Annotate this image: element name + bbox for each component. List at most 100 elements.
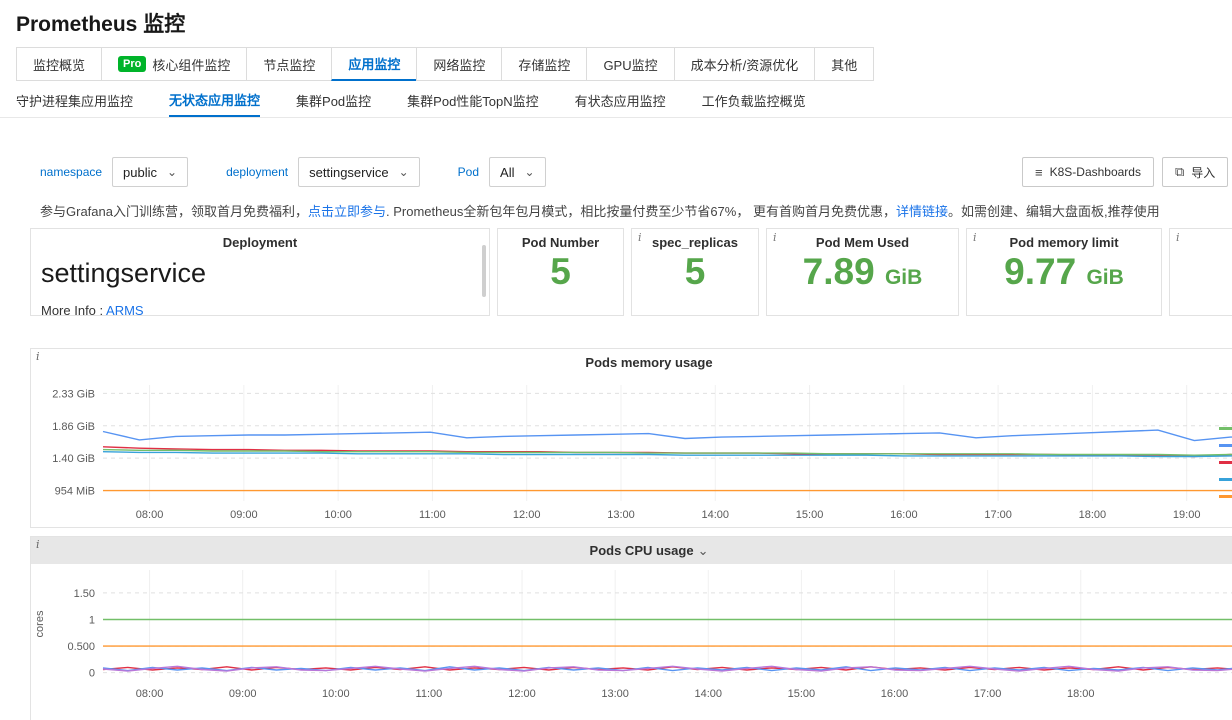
svg-text:12:00: 12:00: [513, 509, 541, 521]
svg-text:15:00: 15:00: [796, 509, 824, 521]
tab-label: 有状态应用监控: [575, 91, 666, 110]
mem-limit-unit: GiB: [1086, 266, 1123, 289]
mem-used-value: 7.89 GiB: [767, 251, 958, 294]
tab-daemonset-app[interactable]: 守护进程集应用监控: [16, 84, 133, 117]
svg-text:18:00: 18:00: [1079, 509, 1107, 521]
stat-title: Pod Mem Used: [767, 235, 958, 250]
tab-label: 守护进程集应用监控: [16, 91, 133, 110]
mem-limit-number: 9.77: [1004, 251, 1076, 292]
svg-text:13:00: 13:00: [601, 688, 629, 700]
info-icon[interactable]: i: [638, 231, 642, 244]
tab-other[interactable]: 其他: [814, 47, 874, 81]
pod-select-value: All: [500, 165, 514, 180]
stat-panel-partial: i: [1169, 228, 1232, 316]
stat-title: Pod memory limit: [967, 235, 1161, 250]
prometheus-dashboard-page: Prometheus 监控 监控概览 Pro 核心组件监控 节点监控 应用监控 …: [0, 0, 1232, 720]
stat-title: Pod Number: [498, 235, 623, 250]
svg-text:11:00: 11:00: [416, 688, 443, 700]
import-label: 导入: [1191, 164, 1215, 181]
tab-core-components[interactable]: Pro 核心组件监控: [101, 47, 247, 81]
tab-pod-topn[interactable]: 集群Pod性能TopN监控: [407, 84, 538, 117]
tab-stateless-app[interactable]: 无状态应用监控: [169, 84, 260, 117]
info-icon[interactable]: i: [773, 231, 777, 244]
notice-text: 参与Grafana入门训练营，领取首月免费福利，: [40, 204, 308, 219]
cpu-panel-header[interactable]: i Pods CPU usage⌄: [31, 537, 1232, 564]
scrollbar-thumb[interactable]: [482, 245, 486, 297]
svg-text:10:00: 10:00: [322, 688, 350, 700]
svg-text:09:00: 09:00: [229, 688, 257, 700]
svg-text:12:00: 12:00: [508, 688, 536, 700]
tab-label: 无状态应用监控: [169, 90, 260, 109]
tab-gpu-monitoring[interactable]: GPU监控: [586, 47, 674, 81]
k8s-dashboards-button[interactable]: ≡ K8S-Dashboards: [1022, 157, 1154, 187]
svg-text:954 MiB: 954 MiB: [55, 486, 95, 498]
svg-text:17:00: 17:00: [974, 688, 1002, 700]
tab-label: 存储监控: [518, 55, 570, 74]
tab-label: 节点监控: [263, 55, 315, 74]
stat-title: Deployment: [31, 235, 489, 250]
pro-badge: Pro: [118, 56, 146, 72]
pod-label[interactable]: Pod: [458, 165, 479, 179]
tab-network-monitoring[interactable]: 网络监控: [416, 47, 502, 81]
arms-link[interactable]: ARMS: [106, 303, 144, 316]
svg-text:18:00: 18:00: [1067, 688, 1095, 700]
tab-cost-analysis[interactable]: 成本分析/资源优化: [674, 47, 816, 81]
stat-panel-pod-number: Pod Number 5: [497, 228, 624, 316]
info-icon[interactable]: i: [36, 350, 40, 363]
tab-label: 成本分析/资源优化: [691, 55, 799, 74]
memory-chart-title: Pods memory usage: [31, 349, 1232, 377]
svg-text:cores: cores: [34, 610, 46, 637]
tab-stateful-app[interactable]: 有状态应用监控: [575, 84, 666, 117]
tab-app-monitoring[interactable]: 应用监控: [331, 47, 417, 81]
notice-text: . Prometheus全新包年包月模式，相比按量付费至少节省67%， 更有首购…: [386, 204, 896, 219]
primary-tab-bar: 监控概览 Pro 核心组件监控 节点监控 应用监控 网络监控 存储监控 GPU监…: [16, 47, 874, 81]
pods-cpu-usage-panel: i Pods CPU usage⌄ 08:0009:0010:0011:0012…: [30, 536, 1232, 720]
import-button[interactable]: ⧉ 导入: [1162, 157, 1228, 187]
chevron-down-icon: ⌄: [698, 543, 709, 558]
svg-text:09:00: 09:00: [230, 509, 258, 521]
info-icon[interactable]: i: [1176, 231, 1180, 244]
k8s-dashboards-label: K8S-Dashboards: [1050, 165, 1141, 179]
details-link[interactable]: 详情链接: [896, 204, 948, 219]
pod-select[interactable]: All ⌄: [489, 157, 546, 187]
tab-label: 工作负载监控概览: [702, 91, 806, 110]
svg-text:0.500: 0.500: [67, 641, 95, 653]
tab-node-monitoring[interactable]: 节点监控: [246, 47, 332, 81]
namespace-select[interactable]: public ⌄: [112, 157, 188, 187]
svg-text:15:00: 15:00: [788, 688, 816, 700]
chevron-down-icon: ⌄: [399, 166, 409, 178]
tab-label: 监控概览: [33, 55, 85, 74]
memory-panel-header[interactable]: i Pods memory usage: [31, 349, 1232, 377]
info-icon[interactable]: i: [973, 231, 977, 244]
tab-overview[interactable]: 监控概览: [16, 47, 102, 81]
memory-chart-canvas[interactable]: 08:0009:0010:0011:0012:0013:0014:0015:00…: [31, 377, 1232, 525]
deployment-select[interactable]: settingservice ⌄: [298, 157, 420, 187]
promo-notice: 参与Grafana入门训练营，领取首月免费福利，点击立即参与. Promethe…: [40, 201, 1160, 220]
join-now-link[interactable]: 点击立即参与: [308, 204, 386, 219]
mem-used-number: 7.89: [803, 251, 875, 292]
deployment-select-value: settingservice: [309, 165, 388, 180]
stat-title: spec_replicas: [632, 235, 758, 250]
cpu-chart-title[interactable]: Pods CPU usage⌄: [31, 537, 1232, 565]
tab-label: 集群Pod性能TopN监控: [407, 91, 538, 110]
svg-text:13:00: 13:00: [607, 509, 635, 521]
svg-text:08:00: 08:00: [136, 509, 164, 521]
svg-text:2.33 GiB: 2.33 GiB: [52, 388, 95, 400]
tab-label: 网络监控: [433, 55, 485, 74]
namespace-label[interactable]: namespace: [40, 165, 102, 179]
secondary-tab-bar: 守护进程集应用监控 无状态应用监控 集群Pod监控 集群Pod性能TopN监控 …: [16, 84, 806, 117]
info-icon[interactable]: i: [36, 538, 40, 551]
deployment-label[interactable]: deployment: [226, 165, 288, 179]
cpu-chart-canvas[interactable]: 08:0009:0010:0011:0012:0013:0014:0015:00…: [31, 564, 1232, 704]
tab-cluster-pod[interactable]: 集群Pod监控: [296, 84, 371, 117]
svg-text:16:00: 16:00: [881, 688, 909, 700]
tab-storage-monitoring[interactable]: 存储监控: [501, 47, 587, 81]
tab-workload-overview[interactable]: 工作负载监控概览: [702, 84, 806, 117]
chevron-down-icon: ⌄: [167, 166, 177, 178]
stat-panel-spec-replicas: i spec_replicas 5: [631, 228, 759, 316]
mem-limit-value: 9.77 GiB: [967, 251, 1161, 294]
spec-replicas-value: 5: [632, 251, 758, 294]
more-info-label: More Info :: [41, 303, 103, 316]
svg-text:19:00: 19:00: [1173, 509, 1201, 521]
tab-label: 集群Pod监控: [296, 91, 371, 110]
